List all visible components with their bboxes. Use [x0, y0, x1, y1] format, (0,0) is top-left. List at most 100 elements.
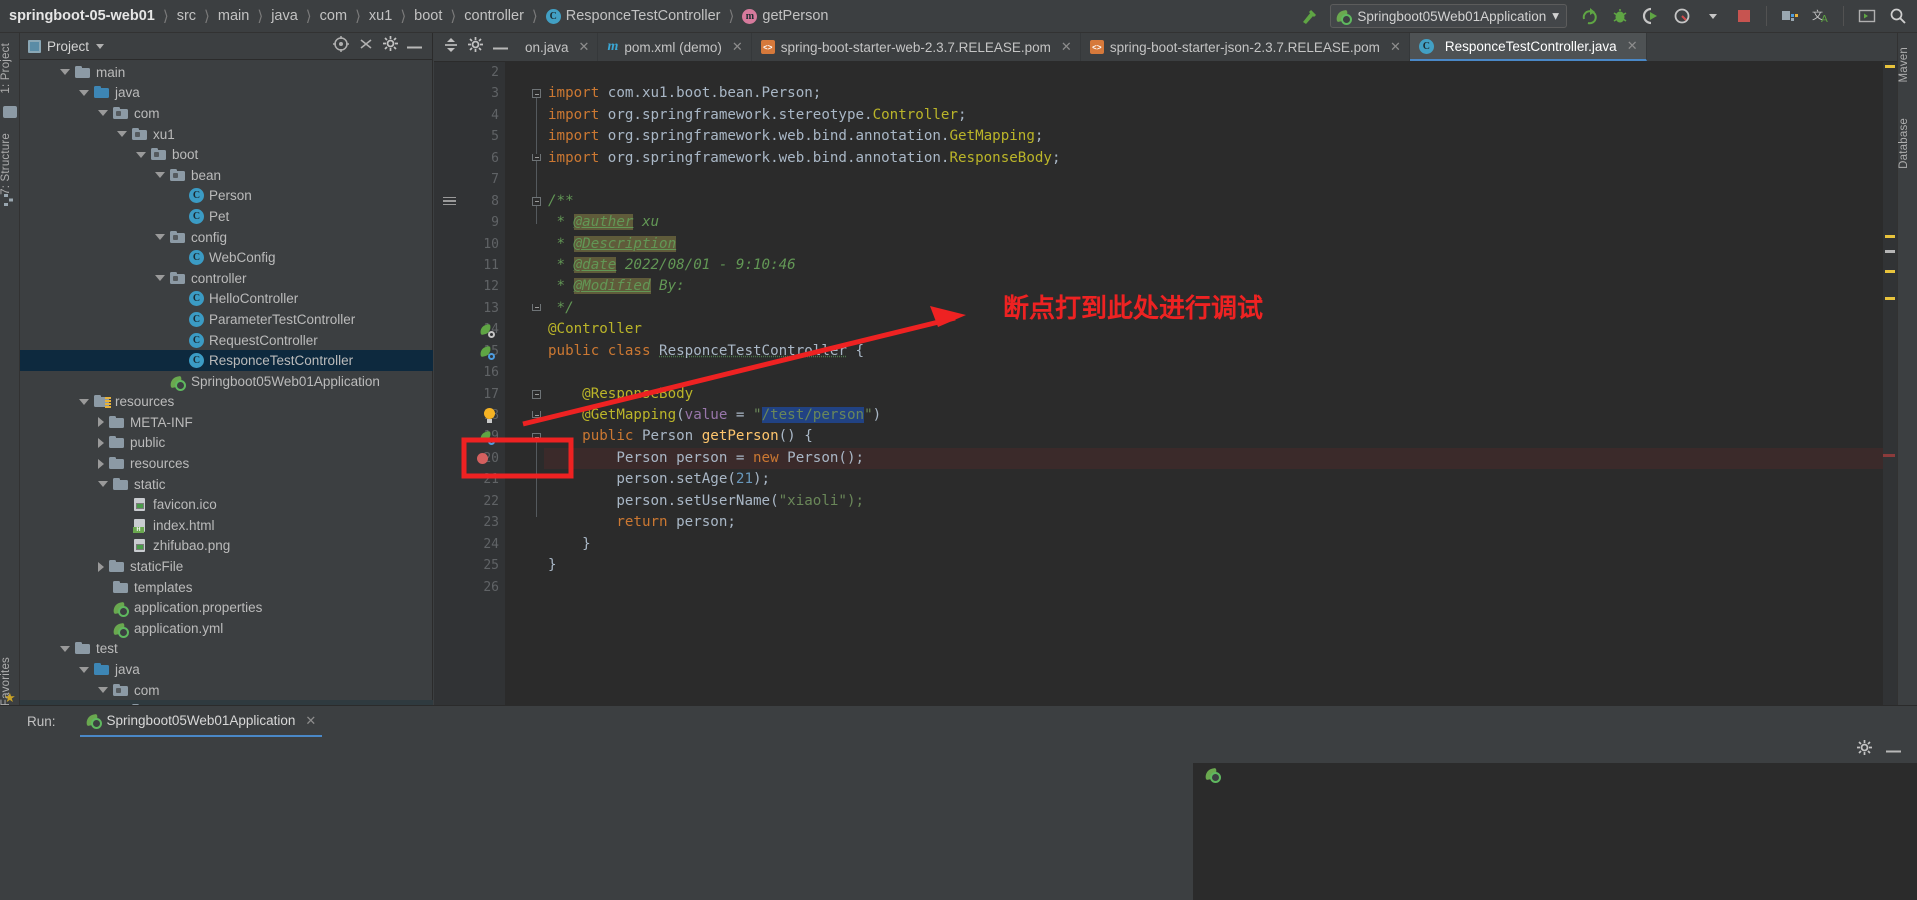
javadoc-gutter-icon[interactable]: [443, 196, 456, 208]
gutter-line-number[interactable]: 5: [434, 126, 505, 147]
breadcrumb-item-class[interactable]: C ResponceTestController: [545, 8, 721, 24]
collapse-all-icon[interactable]: [358, 36, 374, 57]
tree-node[interactable]: com: [20, 680, 433, 701]
code-fold-toggle[interactable]: [532, 196, 541, 206]
structure-tool-icon[interactable]: [4, 193, 16, 206]
chevron-down-icon[interactable]: [117, 131, 127, 138]
chevron-down-icon[interactable]: [155, 172, 165, 179]
code-fold-toggle[interactable]: [532, 432, 541, 442]
tool-window-project-label[interactable]: 1: Project: [0, 43, 20, 94]
close-icon[interactable]: ✕: [1627, 38, 1638, 54]
breakpoint-icon[interactable]: [477, 452, 488, 464]
stop-button[interactable]: [1730, 3, 1757, 30]
minimize-icon[interactable]: [493, 38, 508, 56]
chevron-down-icon[interactable]: [155, 275, 165, 282]
gutter-line-number[interactable]: 20: [434, 448, 505, 469]
code-line[interactable]: import com.xu1.boot.bean.Person;: [544, 83, 1897, 104]
gutter-line-number[interactable]: 7: [434, 169, 505, 190]
gutter-line-number[interactable]: 9: [434, 212, 505, 233]
tree-node[interactable]: public: [20, 433, 433, 454]
project-tree[interactable]: main java com xu1 boot bean C Person C Pet config C…: [20, 60, 433, 705]
breadcrumb-item-main[interactable]: main: [218, 8, 249, 24]
code-line[interactable]: import org.springframework.web.bind.anno…: [544, 148, 1897, 169]
gutter-line-number[interactable]: 2: [434, 62, 505, 83]
code-line[interactable]: import org.springframework.stereotype.Co…: [544, 105, 1897, 126]
tree-node[interactable]: C Pet: [20, 206, 433, 227]
gutter-line-number[interactable]: 10: [434, 234, 505, 255]
tree-node[interactable]: static: [20, 474, 433, 495]
gutter-line-number[interactable]: 23: [434, 512, 505, 533]
editor-gutter[interactable]: 2 3 4 5 6 7 8 9 10 11 12 13 14 15 16 17 18 19 20 21 22 23 24 25…: [434, 62, 505, 705]
tree-node[interactable]: Hindex.html: [20, 515, 433, 536]
info-marker[interactable]: [1885, 250, 1895, 253]
code-line[interactable]: person.setAge(21);: [544, 469, 1897, 490]
code-line[interactable]: [544, 577, 1897, 598]
chevron-down-icon[interactable]: [79, 398, 89, 405]
tree-node[interactable]: C HelloController: [20, 289, 433, 310]
chevron-right-icon[interactable]: [98, 417, 104, 428]
code-fold-toggle[interactable]: [532, 411, 541, 419]
run-button[interactable]: [1575, 3, 1602, 30]
tree-node[interactable]: application.properties: [20, 597, 433, 618]
warning-marker[interactable]: [1885, 270, 1895, 273]
code-line[interactable]: public Person getPerson() {: [544, 426, 1897, 447]
tree-node[interactable]: templates: [20, 577, 433, 598]
tree-node[interactable]: C WebConfig: [20, 247, 433, 268]
warning-marker[interactable]: [1885, 65, 1895, 68]
code-line[interactable]: @Controller: [544, 319, 1897, 340]
code-lines[interactable]: import com.xu1.boot.bean.Person; import o…: [544, 62, 1897, 705]
code-line[interactable]: * @auther xu: [544, 212, 1897, 233]
gutter-line-number[interactable]: 16: [434, 362, 505, 383]
chevron-down-icon[interactable]: [60, 69, 70, 76]
tree-node[interactable]: resources: [20, 392, 433, 413]
tree-node[interactable]: C ResponceTestController: [20, 350, 433, 371]
breakpoint-marker[interactable]: [1883, 454, 1895, 457]
tree-node[interactable]: favicon.ico: [20, 494, 433, 515]
code-fold-toggle[interactable]: [532, 153, 541, 161]
chevron-down-icon[interactable]: [60, 645, 70, 652]
chevron-down-icon[interactable]: [136, 151, 146, 158]
run-tab[interactable]: Springboot05Web01Application ✕: [79, 706, 323, 737]
translate-button[interactable]: 文A: [1807, 3, 1834, 30]
run-configuration-selector[interactable]: Springboot05Web01Application ▾: [1330, 4, 1567, 28]
intention-bulb-icon[interactable]: [483, 408, 496, 424]
gutter-line-number[interactable]: 17: [434, 384, 505, 405]
terminal-button[interactable]: [1853, 3, 1880, 30]
tree-node[interactable]: bean: [20, 165, 433, 186]
breadcrumb-item-project[interactable]: springboot-05-web01: [9, 8, 155, 24]
breadcrumb-item-method[interactable]: m getPerson: [742, 8, 828, 24]
gear-icon[interactable]: [383, 36, 398, 56]
tree-node[interactable]: config: [20, 227, 433, 248]
gutter-line-number[interactable]: 11: [434, 255, 505, 276]
tree-node[interactable]: com: [20, 103, 433, 124]
code-line[interactable]: * @date 2022/08/01 - 9:10:46: [544, 255, 1897, 276]
warning-marker[interactable]: [1885, 297, 1895, 300]
tree-node[interactable]: C RequestController: [20, 330, 433, 351]
minimize-icon[interactable]: [1886, 741, 1901, 759]
tree-node[interactable]: zhifubao.png: [20, 536, 433, 557]
profiler-button[interactable]: [1668, 3, 1695, 30]
gutter-line-number[interactable]: 25: [434, 555, 505, 576]
favorites-star-icon[interactable]: ★: [4, 690, 16, 706]
spring-bean-gutter-icon[interactable]: [479, 345, 495, 360]
chevron-right-icon[interactable]: [98, 437, 104, 448]
gutter-line-number[interactable]: 21: [434, 469, 505, 490]
chevron-down-icon[interactable]: [98, 110, 108, 117]
close-icon[interactable]: ✕: [732, 39, 743, 55]
chevron-right-icon[interactable]: [98, 458, 104, 469]
gutter-line-number[interactable]: 6: [434, 148, 505, 169]
editor-tab[interactable]: <> spring-boot-starter-web-2.3.7.RELEASE.…: [752, 33, 1081, 61]
breadcrumb-item-java[interactable]: java: [271, 8, 298, 24]
code-line[interactable]: return person;: [544, 512, 1897, 533]
code-line[interactable]: [544, 362, 1897, 383]
code-line[interactable]: * @Modified By:: [544, 276, 1897, 297]
spring-bean-gutter-icon[interactable]: [479, 323, 495, 339]
gutter-line-number[interactable]: 13: [434, 298, 505, 319]
scroll-from-source-icon[interactable]: [333, 35, 349, 57]
chevron-down-icon[interactable]: [98, 481, 108, 488]
code-line[interactable]: */: [544, 298, 1897, 319]
code-line[interactable]: Person person = new Person();: [544, 447, 1897, 470]
editor-tab[interactable]: on.java ✕: [516, 33, 599, 61]
code-line[interactable]: }: [544, 534, 1897, 555]
breadcrumb-item-boot[interactable]: boot: [414, 8, 442, 24]
